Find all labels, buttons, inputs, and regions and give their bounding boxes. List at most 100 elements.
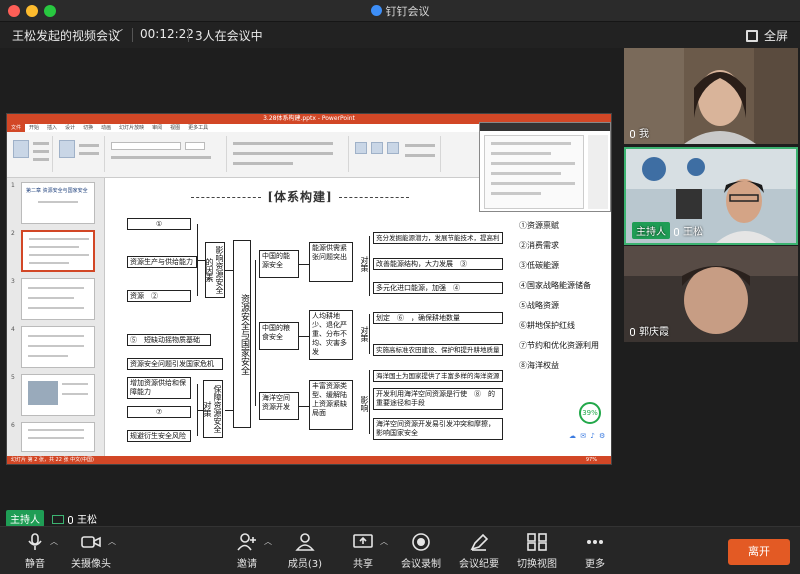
ppt-tab[interactable]: 视图 <box>166 124 184 132</box>
connector-line <box>369 236 370 296</box>
fullscreen-icon <box>745 30 758 42</box>
invite-label: 邀请 <box>237 559 257 570</box>
thumb-number: 4 <box>11 326 15 333</box>
paragraph-group <box>229 136 349 172</box>
slides-group <box>55 136 105 172</box>
answer-item: ③低碳能源 <box>519 261 559 270</box>
slide-thumbnail-selected[interactable] <box>21 230 95 272</box>
ribbon-line <box>233 162 293 165</box>
blank-box-7: ⑦ <box>127 406 191 418</box>
thumb-number: 2 <box>11 230 15 237</box>
ppt-tab[interactable]: 切换 <box>79 124 97 132</box>
short-supply-box: ⑤ 短缺动摇物质基础 <box>127 334 211 346</box>
paste-icon[interactable] <box>13 140 29 158</box>
ribbon-line <box>405 144 435 147</box>
connector-line <box>255 260 256 406</box>
ribbon-line <box>33 158 49 161</box>
camera-button[interactable]: 关摄像头 ︿ <box>56 533 126 570</box>
thumb-line <box>28 345 84 347</box>
chevron-down-icon[interactable]: ﹀ <box>112 26 123 42</box>
members-label: 成员(3) <box>287 559 323 570</box>
slide-thumbnail[interactable] <box>21 278 95 320</box>
answer-list: ①资源禀赋 ②消费需求 ③低碳能源 ④国家战略能源储备 ⑤战略资源 ⑥耕地保护红… <box>519 220 611 380</box>
participant-tile-host[interactable]: 主持人 王松 <box>624 147 798 245</box>
ocean-problem-box: 丰富资源类型、缓解陆上资源紧缺局面 <box>309 380 353 430</box>
dingtalk-meeting-window: 钉钉会议 王松发起的视频会议 ﹀ 00:12:22 3人在会议中 全屏 3.28… <box>0 0 800 574</box>
chevron-up-icon[interactable]: ︿ <box>108 536 116 547</box>
avoid-risk-box: 规避衍生安全风险 <box>127 430 191 442</box>
impact-label: 影响 <box>355 386 369 422</box>
participant-label: 主持人 王松 <box>632 222 703 239</box>
participant-tile-me[interactable]: 我 <box>624 48 798 144</box>
slide-thumbnail[interactable] <box>21 422 95 452</box>
more-button[interactable]: 更多 <box>560 533 630 570</box>
video-feed <box>624 48 798 144</box>
ppt-tab[interactable]: 插入 <box>43 124 61 132</box>
grid-view-icon <box>527 533 547 551</box>
answer-item: ①资源禀赋 <box>519 221 559 230</box>
thumb-line <box>28 429 84 431</box>
participant-tile[interactable]: 郭庆霞 <box>624 246 798 342</box>
slide-thumbnail[interactable] <box>21 374 95 416</box>
divider <box>188 28 189 42</box>
new-slide-icon[interactable] <box>59 140 75 158</box>
slide-canvas[interactable]: [体系构建] ① 资源生产与供给能力 资源 ② ⑤ 短缺动摇物质基础 资源安全问… <box>119 180 503 456</box>
switch-view-label: 切换视图 <box>517 559 557 570</box>
countermeasure-label: 对策 <box>355 246 369 282</box>
nested-title-bar <box>480 123 610 131</box>
ppt-tab[interactable]: 文件 <box>7 124 26 132</box>
zoom-level[interactable]: 97% <box>586 456 597 464</box>
increase-supply-box: 增加资源供给和保障能力 <box>127 377 191 399</box>
shapes-icon[interactable] <box>355 142 367 154</box>
font-name-box[interactable] <box>111 142 181 150</box>
nested-line <box>491 142 571 145</box>
slide-thumbnail[interactable] <box>21 326 95 368</box>
ppt-tab[interactable]: 动画 <box>97 124 115 132</box>
participant-name: 王松 <box>683 227 703 238</box>
fullscreen-button[interactable]: 全屏 <box>745 27 788 44</box>
thumb-line <box>62 383 88 385</box>
thumb-number: 6 <box>11 422 15 429</box>
nested-line <box>491 172 561 175</box>
ppt-tab[interactable]: 审阅 <box>148 124 166 132</box>
ocean-impact-3: 海洋空间资源开发易引发冲突和摩擦，影响国家安全 <box>373 418 503 440</box>
share-screen-icon <box>353 534 373 548</box>
microphone-icon <box>28 533 42 550</box>
arrange-icon[interactable] <box>371 142 383 154</box>
crisis-box: 资源安全问题引发国家危机 <box>127 358 223 370</box>
ppt-tab[interactable]: 设计 <box>61 124 79 132</box>
nested-slide <box>484 135 584 209</box>
host-badge: 主持人 <box>6 510 44 527</box>
slide-thumbnail[interactable]: 第二章 资源安全与国家安全 <box>21 182 95 224</box>
thumb-line <box>28 287 84 289</box>
invite-icon <box>237 533 256 551</box>
thumb-line <box>28 297 74 299</box>
answer-item: ⑥耕地保护红线 <box>519 321 575 330</box>
connector-line <box>299 406 309 407</box>
connector-line <box>299 264 309 265</box>
thumb-line <box>38 201 78 203</box>
record-icon <box>412 533 430 551</box>
participant-name: 郭庆霞 <box>639 327 669 338</box>
resource-production-box: 资源生产与供给能力 <box>127 256 197 268</box>
font-size-box[interactable] <box>185 142 205 150</box>
mic-icon <box>630 130 635 138</box>
more-icon <box>587 540 603 544</box>
minutes-label: 会议纪要 <box>459 559 499 570</box>
ppt-tab[interactable]: 幻灯片放映 <box>115 124 148 132</box>
thumb-line <box>28 355 68 357</box>
thumb-line <box>62 393 88 395</box>
ppt-tab[interactable]: 更多工具 <box>184 124 212 132</box>
fullscreen-label: 全屏 <box>763 29 788 43</box>
shared-screen[interactable]: 3.28体系构建.pptx - PowerPoint 文件 开始 插入 设计 切换 动画幻… <box>6 113 612 465</box>
thumb-line <box>29 262 69 264</box>
thumb-number: 3 <box>11 278 15 285</box>
ribbon-line <box>33 150 49 153</box>
answer-item: ⑤战略资源 <box>519 301 559 310</box>
land-problem-box: 人均耕地少、退化严重、分布不均、灾害多发 <box>309 310 353 360</box>
meeting-name[interactable]: 王松发起的视频会议 <box>12 27 120 44</box>
ppt-tab[interactable]: 开始 <box>25 124 43 132</box>
quick-styles-icon[interactable] <box>387 142 399 154</box>
leave-meeting-button[interactable]: 离开 <box>728 539 790 565</box>
nested-line <box>491 182 575 185</box>
